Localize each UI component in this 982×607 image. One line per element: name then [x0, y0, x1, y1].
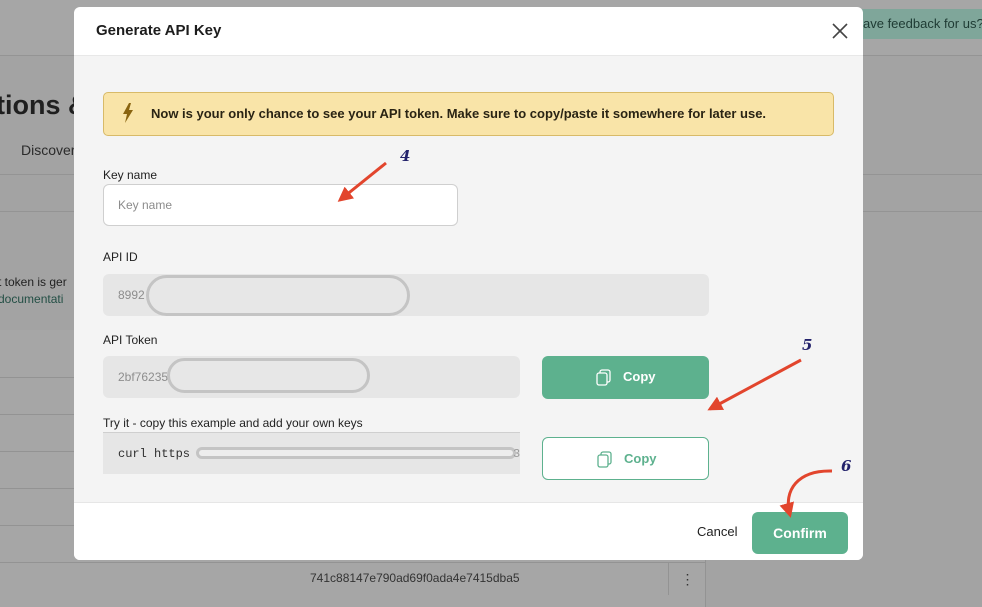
key-name-input[interactable] — [103, 184, 458, 226]
redaction-mask — [167, 358, 370, 393]
api-token-label: API Token — [103, 333, 158, 347]
warning-banner: Now is your only chance to see your API … — [103, 92, 834, 136]
key-name-label: Key name — [103, 168, 158, 182]
curl-example-field: curl https 3 — [103, 432, 520, 474]
redaction-mask — [196, 447, 516, 459]
modal-footer: Cancel Confirm — [74, 502, 863, 560]
tab-discover[interactable]: Discover — [21, 142, 75, 158]
modal-header: Generate API Key — [74, 7, 863, 56]
copy-icon — [596, 369, 612, 386]
documentation-link[interactable]: documentati — [0, 292, 63, 306]
generate-api-key-modal: Generate API Key Now is your only chance… — [74, 7, 863, 560]
warning-text: Now is your only chance to see your API … — [151, 106, 767, 121]
copy-token-button[interactable]: Copy — [542, 356, 709, 399]
curl-example-code: curl https — [118, 447, 191, 461]
table-row — [0, 562, 706, 563]
copy-label: Copy — [624, 451, 657, 466]
api-id-value: 8992 — [118, 288, 145, 302]
row-menu-icon[interactable]: ⋮ — [668, 563, 706, 595]
cancel-button[interactable]: Cancel — [697, 524, 737, 539]
curl-example-tail: 3 — [513, 447, 520, 461]
confirm-button[interactable]: Confirm — [752, 512, 848, 554]
copy-example-button[interactable]: Copy — [542, 437, 709, 480]
table-cell-hash: 741c88147e790ad69f0ada4e7415dba5 — [310, 571, 520, 585]
redaction-mask — [146, 275, 410, 316]
api-id-field: 8992 — [103, 274, 709, 316]
try-it-label: Try it - copy this example and add your … — [103, 416, 363, 430]
close-icon[interactable] — [831, 22, 849, 40]
feedback-button[interactable]: ave feedback for us? — [852, 9, 982, 39]
api-token-field: 2bf76235 — [103, 356, 520, 398]
copy-label: Copy — [623, 369, 656, 384]
api-token-value: 2bf76235 — [118, 370, 169, 384]
modal-title: Generate API Key — [96, 22, 222, 39]
api-id-label: API ID — [103, 250, 138, 264]
lightning-bolt-icon — [122, 103, 134, 123]
copy-icon — [597, 451, 613, 468]
modal-body: Now is your only chance to see your API … — [74, 56, 863, 502]
background-info-text: t token is ger — [0, 275, 67, 289]
